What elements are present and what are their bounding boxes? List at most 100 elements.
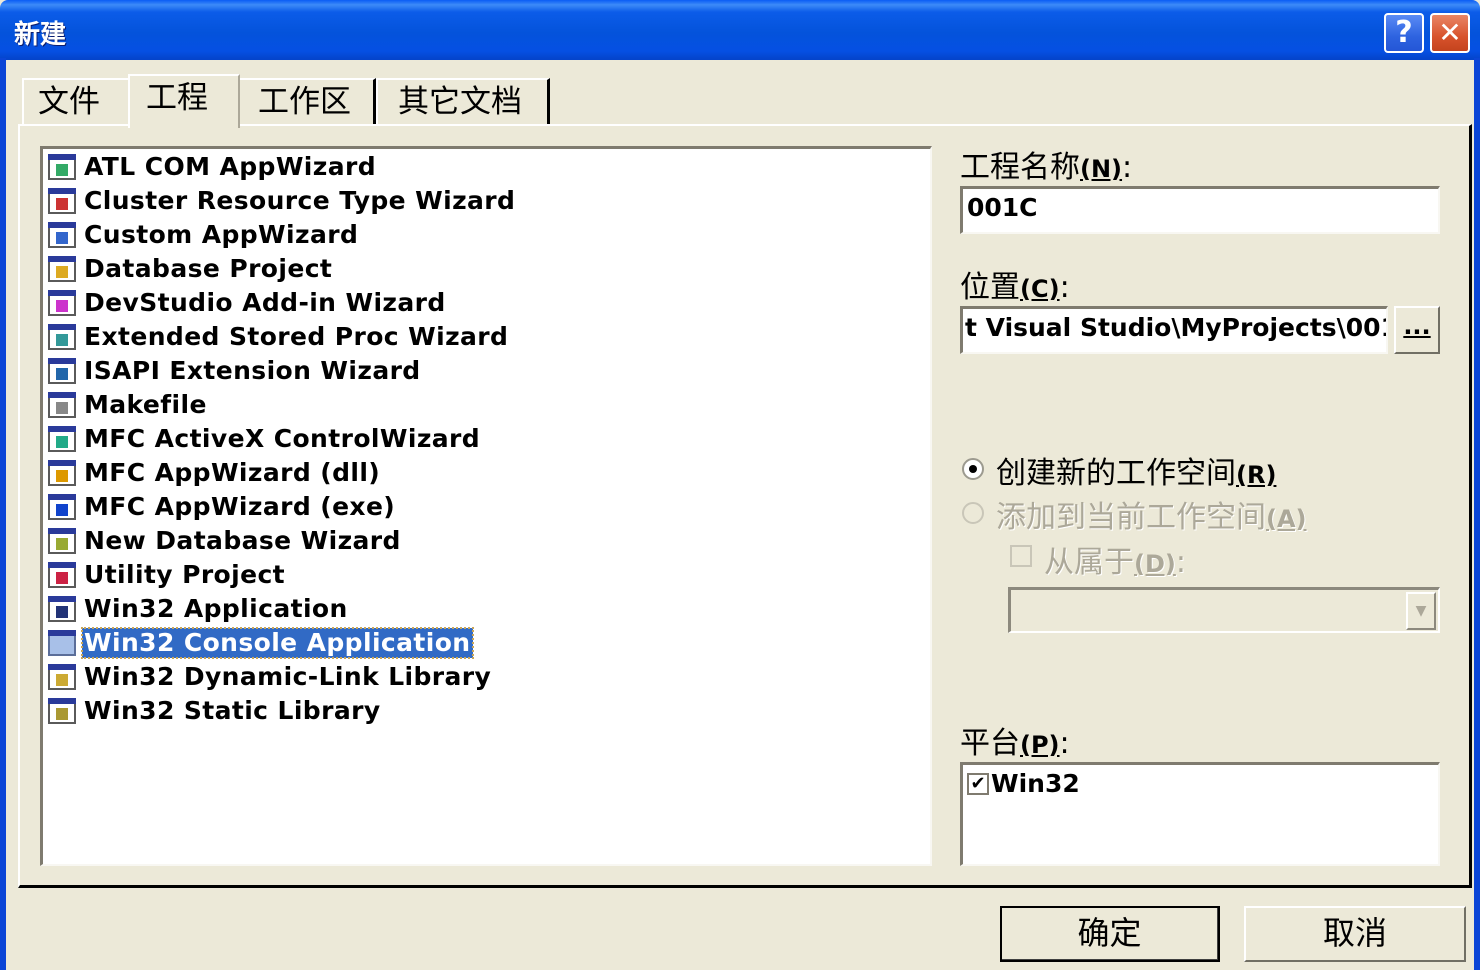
add-workspace-radio: [962, 502, 984, 524]
mfc-appwizard-exe-icon: [46, 491, 78, 523]
mfc-activex-icon: [46, 423, 78, 455]
close-button[interactable]: ✕: [1430, 13, 1470, 53]
create-workspace-radio[interactable]: [962, 458, 984, 480]
list-item-label: Win32 Application: [84, 594, 348, 623]
browse-button[interactable]: ...: [1394, 306, 1440, 354]
list-item-label: Cluster Resource Type Wizard: [84, 186, 516, 215]
tab-label: 工程: [146, 80, 208, 116]
browse-label: ...: [1403, 312, 1431, 340]
list-item[interactable]: Win32 Static Library: [46, 694, 383, 728]
list-item-label: Database Project: [84, 254, 333, 283]
list-item-label: Win32 Console Application: [81, 627, 474, 659]
list-item-label: ISAPI Extension Wizard: [84, 356, 421, 385]
location-input[interactable]: t Visual Studio\MyProjects\001C: [960, 306, 1388, 354]
platform-checkbox[interactable]: ✔: [967, 772, 989, 795]
window-border-left: [0, 58, 6, 970]
cancel-label: 取消: [1322, 914, 1387, 952]
tab-workspaces[interactable]: 工作区: [238, 78, 376, 124]
title-bar[interactable]: 新建 ? ✕: [0, 0, 1480, 60]
accelerator-key: (P): [1020, 731, 1060, 759]
list-item[interactable]: Utility Project: [46, 558, 287, 592]
list-item[interactable]: Extended Stored Proc Wizard: [46, 320, 510, 354]
help-button[interactable]: ?: [1384, 13, 1424, 53]
label-text: 从属于: [1044, 545, 1134, 580]
list-item[interactable]: MFC AppWizard (dll): [46, 456, 382, 490]
dependency-checkbox: [1010, 545, 1032, 567]
custom-appwizard-icon: [46, 219, 78, 251]
label-text: 位置: [960, 270, 1020, 305]
tab-projects[interactable]: 工程: [128, 74, 240, 128]
close-icon: ✕: [1438, 16, 1462, 49]
extended-stored-proc-icon: [46, 321, 78, 353]
add-workspace-label: 添加到当前工作空间(A): [996, 492, 1307, 536]
tab-label: 其它文档: [398, 84, 522, 120]
platform-list[interactable]: ✔ Win32: [960, 762, 1440, 866]
dependency-label: 从属于(D):: [1044, 537, 1186, 581]
list-item-label: MFC ActiveX ControlWizard: [84, 424, 481, 453]
list-item[interactable]: MFC ActiveX ControlWizard: [46, 422, 482, 456]
label-colon: :: [1175, 545, 1186, 580]
list-item[interactable]: Cluster Resource Type Wizard: [46, 184, 517, 218]
label-colon: :: [1122, 150, 1133, 185]
list-item[interactable]: Makefile: [46, 388, 209, 422]
list-item-label: DevStudio Add-in Wizard: [84, 288, 446, 317]
tab-files[interactable]: 文件: [22, 78, 130, 124]
platform-label: 平台(P):: [960, 718, 1070, 762]
ok-button[interactable]: 确定: [1000, 906, 1220, 962]
label-text: 添加到当前工作空间: [996, 500, 1266, 535]
dropdown-button: ▼: [1406, 592, 1436, 630]
list-item-label: Custom AppWizard: [84, 220, 359, 249]
list-item[interactable]: Win32 Dynamic-Link Library: [46, 660, 493, 694]
win32-console-icon: [46, 627, 78, 659]
list-item-label: MFC AppWizard (exe): [84, 492, 396, 521]
list-item[interactable]: Win32 Console Application: [46, 626, 474, 660]
list-item-label: Win32 Static Library: [84, 696, 381, 725]
list-item[interactable]: ISAPI Extension Wizard: [46, 354, 423, 388]
list-item-label: Extended Stored Proc Wizard: [84, 322, 509, 351]
win32-application-icon: [46, 593, 78, 625]
win32-static-lib-icon: [46, 695, 78, 727]
location-label: 位置(C):: [960, 262, 1070, 306]
location-value: t Visual Studio\MyProjects\001C: [965, 313, 1388, 342]
label-colon: :: [1059, 270, 1070, 305]
accelerator-key: (A): [1266, 505, 1307, 533]
project-name-value: 001C: [967, 193, 1038, 222]
checkmark-icon: ✔: [970, 772, 986, 794]
cluster-resource-icon: [46, 185, 78, 217]
list-item[interactable]: DevStudio Add-in Wizard: [46, 286, 448, 320]
list-item-label: New Database Wizard: [84, 526, 401, 555]
platform-name: Win32: [991, 769, 1080, 798]
project-name-label: 工程名称(N):: [960, 142, 1132, 186]
list-item[interactable]: ATL COM AppWizard: [46, 150, 378, 184]
label-text: 平台: [960, 726, 1020, 761]
create-workspace-label[interactable]: 创建新的工作空间(R): [996, 448, 1276, 492]
atl-com-icon: [46, 151, 78, 183]
list-item[interactable]: Win32 Application: [46, 592, 350, 626]
list-item-label: Utility Project: [84, 560, 286, 589]
list-item[interactable]: New Database Wizard: [46, 524, 403, 558]
list-item-label: Makefile: [84, 390, 207, 419]
list-item[interactable]: MFC AppWizard (exe): [46, 490, 397, 524]
project-name-input[interactable]: 001C: [960, 186, 1440, 234]
new-dialog: 新建 ? ✕ 文件 工程 工作区 其它文档 ATL COM AppWizard C…: [0, 0, 1480, 970]
list-item[interactable]: Database Project: [46, 252, 334, 286]
tab-other-documents[interactable]: 其它文档: [376, 78, 550, 124]
list-item[interactable]: Custom AppWizard: [46, 218, 360, 252]
help-icon: ?: [1395, 15, 1413, 50]
devstudio-addin-icon: [46, 287, 78, 319]
tab-label: 工作区: [258, 84, 351, 120]
win32-dll-icon: [46, 661, 78, 693]
mfc-appwizard-dll-icon: [46, 457, 78, 489]
platform-item-win32[interactable]: ✔ Win32: [967, 769, 1080, 798]
project-type-list[interactable]: ATL COM AppWizard Cluster Resource Type W…: [40, 146, 932, 866]
list-item-label: ATL COM AppWizard: [84, 152, 377, 181]
ok-label: 确定: [1077, 914, 1142, 952]
list-item-label: Win32 Dynamic-Link Library: [84, 662, 492, 691]
accelerator-key: (C): [1020, 275, 1060, 303]
accelerator-key: (D): [1134, 550, 1176, 578]
new-database-wand-icon: [46, 525, 78, 557]
makefile-icon: [46, 389, 78, 421]
utility-tools-icon: [46, 559, 78, 591]
window-border-right: [1474, 58, 1480, 970]
cancel-button[interactable]: 取消: [1244, 906, 1466, 962]
